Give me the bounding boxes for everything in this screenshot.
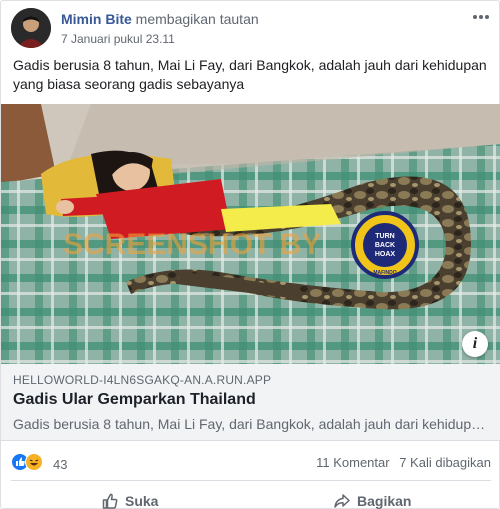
- svg-text:TURN: TURN: [375, 233, 394, 240]
- svg-text:HOAX: HOAX: [375, 251, 396, 258]
- thumbs-up-icon: [101, 492, 119, 509]
- post-timestamp[interactable]: 7 Januari pukul 23.11: [61, 32, 175, 46]
- divider: [11, 480, 491, 481]
- post-stats: 43 11 Komentar 7 Kali dibagikan: [11, 451, 491, 475]
- shares-count-link[interactable]: 7 Kali dibagikan: [399, 455, 491, 470]
- post-actions: Suka Bagikan: [11, 487, 491, 509]
- post-header: Mimin Bite membagikan tautan 7 Januari p…: [11, 8, 491, 50]
- link-description: Gadis berusia 8 tahun, Mai Li Fay, dari …: [13, 416, 489, 432]
- link-title[interactable]: Gadis Ular Gemparkan Thailand: [13, 391, 256, 409]
- info-icon[interactable]: i: [462, 331, 488, 357]
- more-dots-icon[interactable]: [471, 10, 491, 26]
- comments-count-link[interactable]: 11 Komentar: [316, 455, 389, 470]
- share-label: Bagikan: [357, 493, 412, 509]
- share-arrow-icon: [333, 492, 351, 509]
- haha-reaction-icon: [25, 453, 43, 471]
- link-domain: HELLOWORLD-I4LN6SGAKQ-AN.A.RUN.APP: [13, 373, 272, 387]
- link-preview-box[interactable]: HELLOWORLD-I4LN6SGAKQ-AN.A.RUN.APP Gadis…: [1, 364, 500, 441]
- share-button[interactable]: Bagikan: [333, 487, 411, 509]
- svg-text:MAFINDO: MAFINDO: [373, 270, 396, 276]
- engagement-counts: 11 Komentar 7 Kali dibagikan: [310, 455, 491, 470]
- svg-text:BACK: BACK: [375, 242, 395, 249]
- like-label: Suka: [125, 493, 159, 509]
- post-card: Mimin Bite membagikan tautan 7 Januari p…: [0, 0, 500, 509]
- share-action-text: membagikan tautan: [135, 11, 259, 27]
- reaction-count: 43: [53, 457, 68, 472]
- post-text: Gadis berusia 8 tahun, Mai Li Fay, dari …: [13, 57, 487, 92]
- author-line: Mimin Bite membagikan tautan: [61, 11, 259, 27]
- watermark-text: SCREENSHOT BY: [63, 228, 321, 261]
- author-avatar[interactable]: [11, 8, 51, 48]
- author-name[interactable]: Mimin Bite: [61, 11, 132, 27]
- like-button[interactable]: Suka: [101, 487, 158, 509]
- link-preview-image[interactable]: SCREENSHOT BY TURN BACK HOAX MAFINDO i: [1, 104, 500, 364]
- turn-back-hoax-seal: TURN BACK HOAX MAFINDO: [351, 211, 419, 279]
